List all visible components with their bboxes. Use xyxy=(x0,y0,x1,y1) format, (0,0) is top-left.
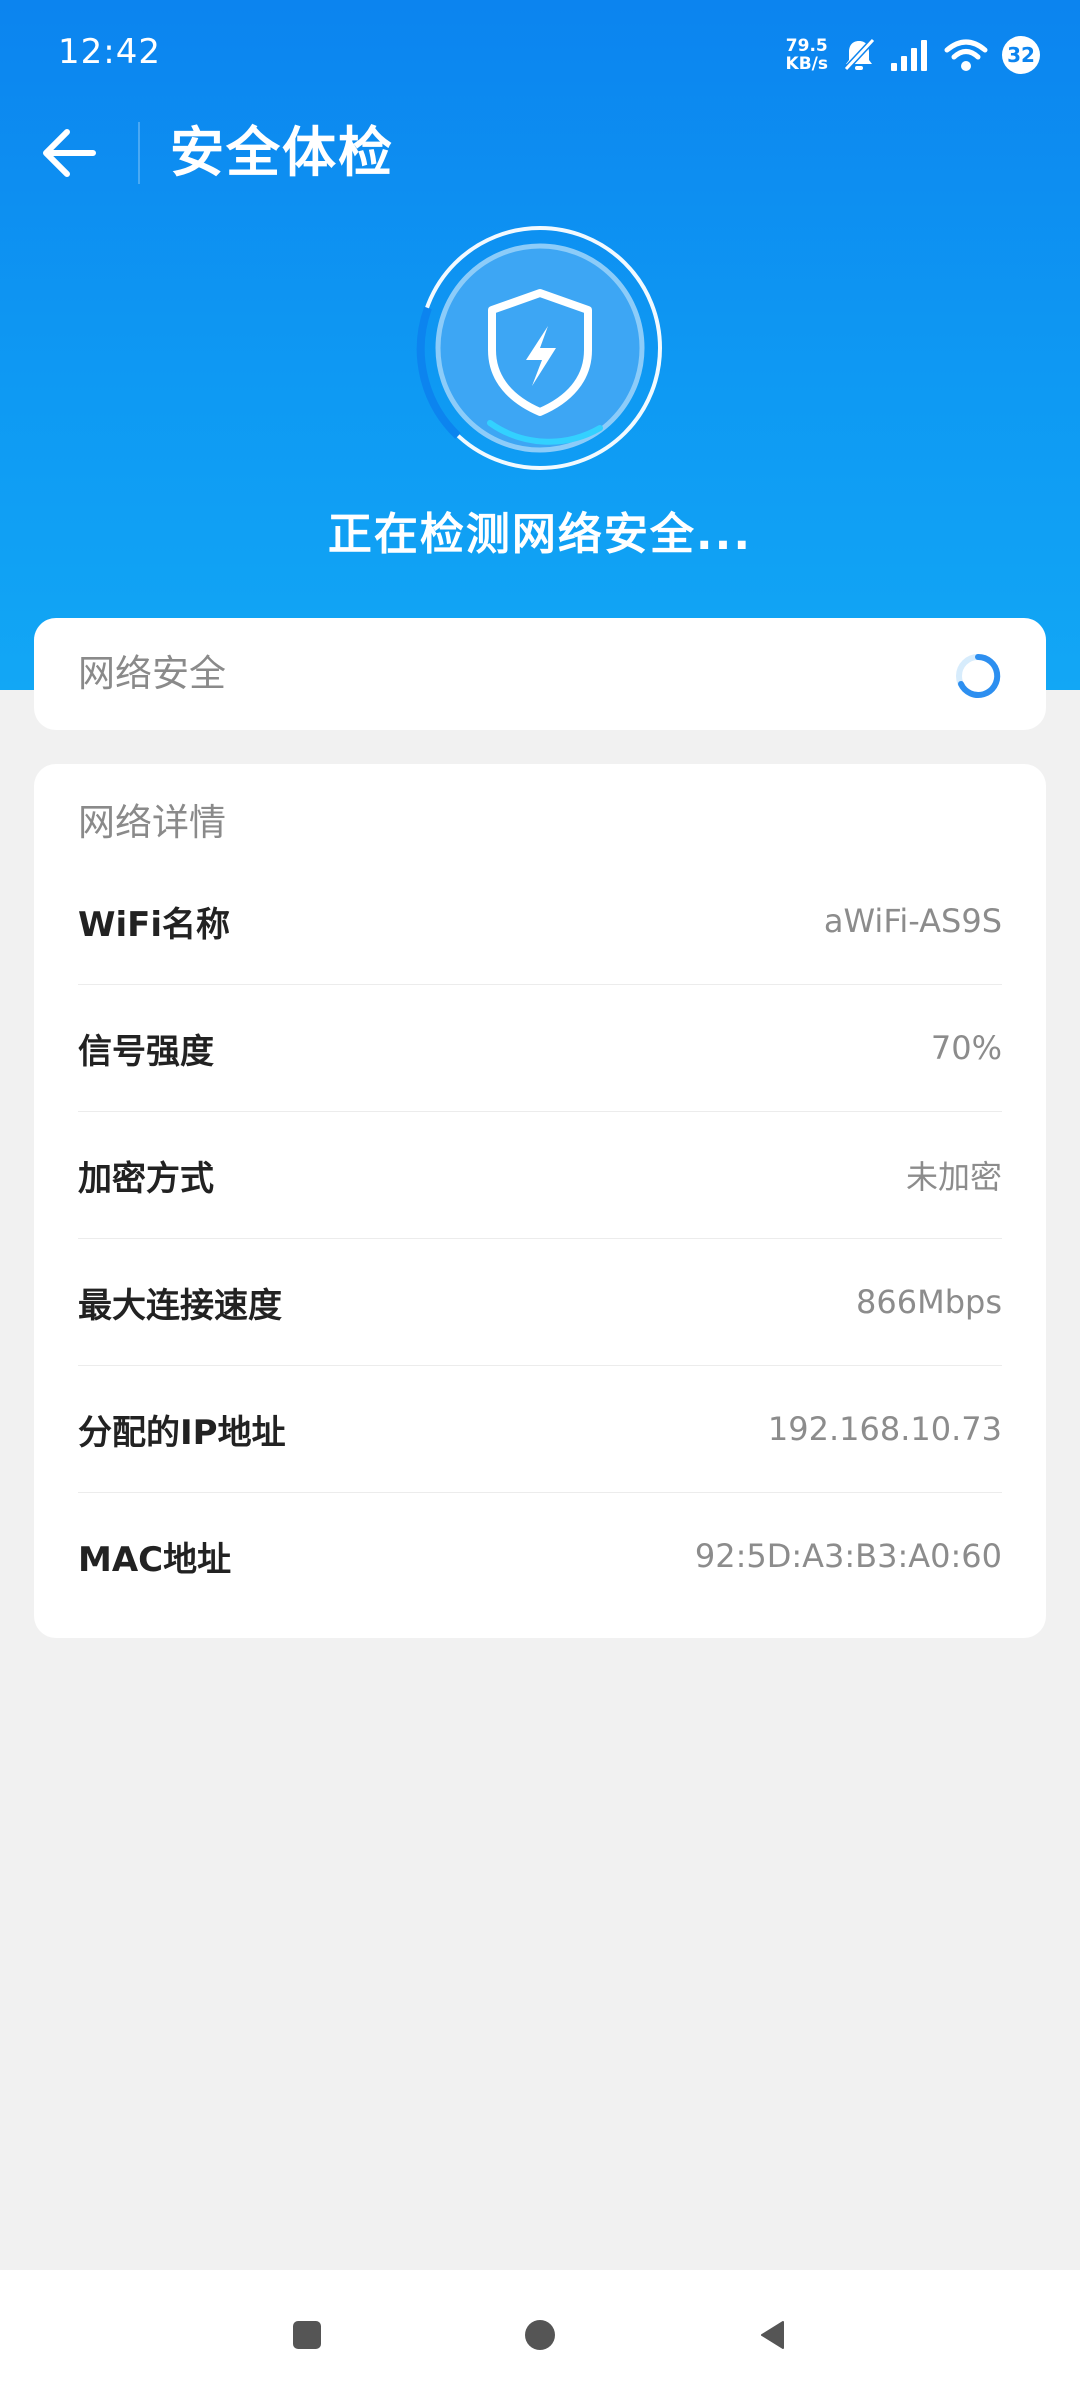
network-security-card: 网络安全 xyxy=(34,618,1046,730)
back-triangle-icon xyxy=(761,2321,784,2349)
arrow-left-icon xyxy=(43,129,96,177)
scan-status-text: 正在检测网络安全... xyxy=(327,509,753,560)
detail-value: 70% xyxy=(930,1029,1002,1067)
detail-value: 92:5D:A3:B3:A0:60 xyxy=(694,1537,1002,1575)
status-bar: 12:42 79.5 KB/s 32 xyxy=(0,0,1080,110)
network-speed-unit: KB/s xyxy=(785,54,828,74)
wifi-icon xyxy=(944,38,988,72)
detail-row-wifi-name: WiFi名称 aWiFi-AS9S xyxy=(78,858,1002,985)
status-indicators: 79.5 KB/s 32 xyxy=(786,30,1040,80)
header-divider xyxy=(138,122,140,184)
detail-label: 加密方式 xyxy=(78,1158,214,1199)
detail-value: 未加密 xyxy=(905,1158,1002,1196)
detail-label: MAC地址 xyxy=(78,1539,232,1580)
detail-label: 分配的IP地址 xyxy=(78,1412,286,1453)
network-details-title: 网络详情 xyxy=(78,801,226,844)
detail-label: 最大连接速度 xyxy=(78,1285,282,1326)
home-circle-icon xyxy=(525,2320,555,2350)
detail-rows: WiFi名称 aWiFi-AS9S 信号强度 70% 加密方式 未加密 最大连接… xyxy=(78,858,1002,1619)
detail-row-mac-address: MAC地址 92:5D:A3:B3:A0:60 xyxy=(78,1493,1002,1619)
back-button[interactable] xyxy=(34,118,104,188)
system-nav-bar xyxy=(0,2270,1080,2400)
detail-label: WiFi名称 xyxy=(78,904,231,945)
battery-indicator: 32 xyxy=(1002,36,1040,74)
mute-bell-icon xyxy=(842,37,876,73)
detail-row-max-speed: 最大连接速度 866Mbps xyxy=(78,1239,1002,1366)
page-title: 安全体检 xyxy=(170,121,394,184)
network-speed-value: 79.5 xyxy=(785,36,828,56)
loading-spinner-icon xyxy=(956,653,1001,698)
detail-value: aWiFi-AS9S xyxy=(823,902,1002,940)
home-button[interactable] xyxy=(515,2310,565,2360)
recents-button[interactable] xyxy=(282,2310,332,2360)
network-speed: 79.5 KB/s xyxy=(786,37,828,73)
signal-icon xyxy=(890,39,930,71)
recents-square-icon xyxy=(293,2321,321,2349)
detail-row-encryption: 加密方式 未加密 xyxy=(78,1112,1002,1239)
detail-label: 信号强度 xyxy=(78,1031,214,1072)
network-details-card: 网络详情 WiFi名称 aWiFi-AS9S 信号强度 70% 加密方式 未加密… xyxy=(34,764,1046,1638)
shield-scanner xyxy=(410,218,670,478)
network-security-label: 网络安全 xyxy=(78,652,226,695)
detail-value: 192.168.10.73 xyxy=(767,1410,1002,1448)
detail-row-signal-strength: 信号强度 70% xyxy=(78,985,1002,1112)
detail-value: 866Mbps xyxy=(856,1283,1002,1321)
status-time: 12:42 xyxy=(58,32,161,72)
detail-row-ip-address: 分配的IP地址 192.168.10.73 xyxy=(78,1366,1002,1493)
nav-back-button[interactable] xyxy=(748,2310,798,2360)
screen: 12:42 79.5 KB/s 32 安全体检 正在检测网络安全... 网络安全… xyxy=(0,0,1080,2400)
